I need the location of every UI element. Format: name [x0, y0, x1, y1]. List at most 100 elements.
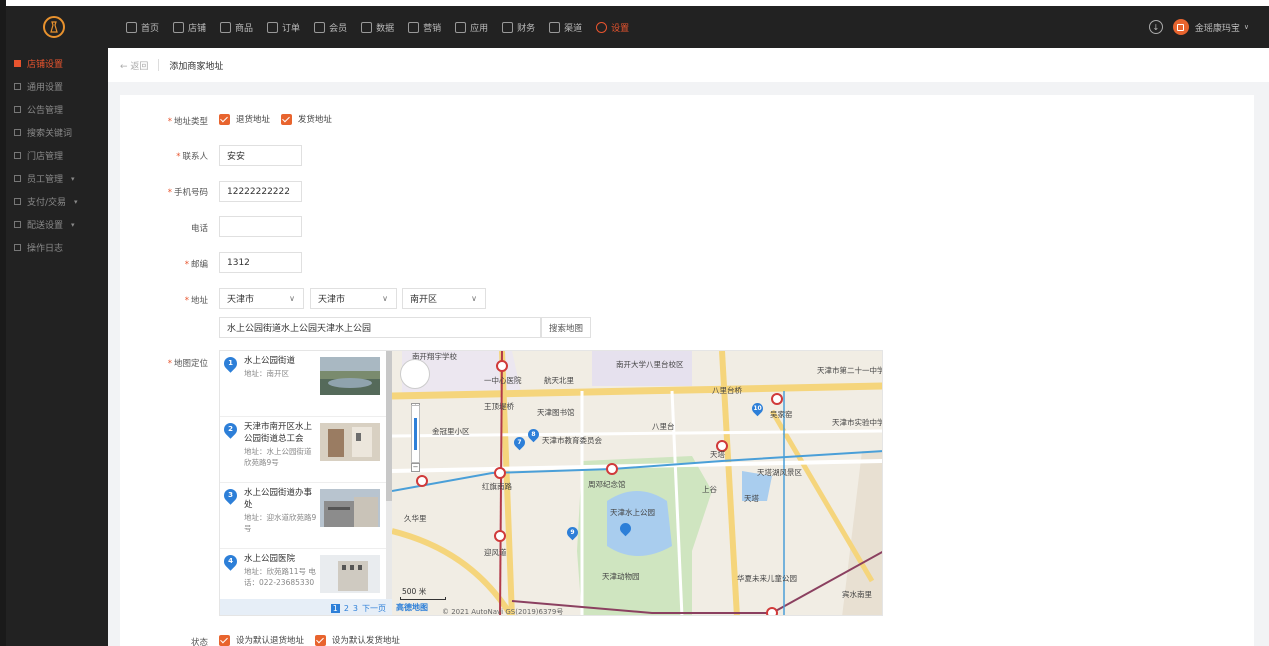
payment-icon [14, 198, 21, 205]
sidebar-item-logs[interactable]: 操作日志 [6, 236, 108, 259]
store-icon [173, 21, 185, 33]
zoom-out-button[interactable]: − [411, 463, 420, 472]
page-3[interactable]: 3 [353, 604, 358, 613]
sidebar-item-staff[interactable]: 员工管理 ▾ [6, 167, 108, 190]
sidebar-item-payment[interactable]: 支付/交易 ▾ [6, 190, 108, 213]
gear-icon [596, 21, 608, 33]
notice-icon [14, 106, 21, 113]
user-area: ↓ 金瑶康玛宝 ∨ [1148, 6, 1249, 48]
logo-icon [43, 16, 65, 38]
phone-field[interactable] [219, 216, 302, 237]
page-2[interactable]: 2 [344, 604, 349, 613]
nav-finance[interactable]: 财务 [502, 6, 535, 48]
chevron-down-icon: ∨ [382, 294, 388, 303]
list-item[interactable]: 1 水上公园街道 地址：南开区 [220, 351, 386, 417]
page-1[interactable]: 1 [330, 603, 340, 613]
nav-marketing[interactable]: 营销 [408, 6, 441, 48]
next-page[interactable]: 下一页 [362, 603, 386, 614]
map-pin-icon: 3 [221, 486, 240, 505]
zoom-slider[interactable] [411, 405, 420, 463]
chevron-down-icon: ▾ [71, 174, 75, 183]
postcode-field[interactable]: 1312 [219, 252, 302, 273]
default-ship-checkbox[interactable] [314, 634, 326, 646]
address-label: * 地址 [184, 296, 208, 306]
shop-icon [14, 152, 21, 159]
district-select[interactable]: 南开区 ∨ [402, 288, 486, 309]
chevron-down-icon: ∨ [289, 294, 295, 303]
sidebar-item-stores[interactable]: 门店管理 [6, 144, 108, 167]
map-brand: 高德地图 [396, 603, 428, 612]
result-photo [320, 423, 380, 461]
chevron-down-icon: ∨ [471, 294, 477, 303]
nav-home[interactable]: 首页 [126, 6, 159, 48]
map-pin-icon: 4 [221, 552, 240, 571]
nav-members[interactable]: 会员 [314, 6, 347, 48]
address-type-group: 退货地址 发货地址 [219, 113, 340, 125]
page-title: 添加商家地址 [169, 61, 224, 72]
contact-field[interactable]: 安安 [219, 145, 302, 166]
settings-icon [14, 83, 21, 90]
list-item[interactable]: 2 天津市南开区水上公园街道总工会 地址：水上公园街道欣苑路9号 [220, 417, 386, 483]
scale-label: 500 米 [402, 587, 427, 596]
nav-channel[interactable]: 渠道 [549, 6, 582, 48]
return-address-checkbox[interactable] [219, 113, 230, 125]
result-photo [320, 489, 380, 527]
chevron-down-icon[interactable]: ∨ [1244, 23, 1249, 31]
map-pin-icon: 1 [221, 354, 240, 373]
list-item[interactable]: 3 水上公园街道办事处 地址：迎水道欣苑路9号 [220, 483, 386, 549]
map-pin-icon: 2 [221, 420, 240, 439]
contact-label: * 联系人 [176, 152, 208, 162]
apps-icon [455, 21, 467, 33]
compass-icon[interactable] [400, 359, 430, 389]
goods-icon [220, 21, 232, 33]
status-label: 状态 [190, 638, 208, 646]
top-nav-bar: 首页 店铺 商品 订单 会员 数据 营销 应用 财务 渠道 设置 ↓ 金瑶康玛宝… [6, 6, 1269, 48]
nav-apps[interactable]: 应用 [455, 6, 488, 48]
channel-icon [549, 21, 561, 33]
member-icon [314, 21, 326, 33]
province-select[interactable]: 天津市 ∨ [219, 288, 304, 309]
sidebar-item-keywords[interactable]: 搜索关键词 [6, 121, 108, 144]
main-nav: 首页 店铺 商品 订单 会员 数据 营销 应用 财务 渠道 设置 [126, 6, 643, 48]
map-zoom-control: + − [400, 359, 430, 472]
list-item[interactable]: 4 水上公园医院 地址：欣苑路11号 电话：022-23685330 [220, 549, 386, 599]
map-marker-9[interactable]: 9 [564, 524, 581, 541]
scale-bar [400, 597, 446, 600]
city-select[interactable]: 天津市 ∨ [310, 288, 397, 309]
map-marker-7[interactable]: 7 [511, 434, 528, 451]
map-widget: 1 水上公园街道 地址：南开区 2 天津市南开区水上公园街道总工会 地址：水上公… [219, 350, 883, 616]
keyword-icon [14, 129, 21, 136]
postcode-label: * 邮编 [184, 260, 208, 270]
tag-icon [408, 21, 420, 33]
nav-store[interactable]: 店铺 [173, 6, 206, 48]
nav-settings[interactable]: 设置 [596, 6, 629, 48]
nav-goods[interactable]: 商品 [220, 6, 253, 48]
sidebar-item-store-settings[interactable]: 店铺设置 [6, 52, 108, 75]
ship-address-checkbox[interactable] [280, 113, 292, 125]
avatar[interactable] [1172, 19, 1189, 35]
sidebar-item-general[interactable]: 通用设置 [6, 75, 108, 98]
default-return-checkbox[interactable] [219, 634, 230, 646]
orders-icon [267, 21, 279, 33]
user-name[interactable]: 金瑶康玛宝 [1195, 21, 1240, 34]
results-pager: 1 2 3 下一页 [220, 599, 392, 615]
back-link[interactable]: ← 返回 [120, 59, 148, 72]
sidebar-item-notice[interactable]: 公告管理 [6, 98, 108, 121]
map-marker-8[interactable]: 8 [525, 426, 542, 443]
search-map-button[interactable]: 搜索地图 [541, 317, 591, 338]
nav-orders[interactable]: 订单 [267, 6, 300, 48]
staff-icon [14, 175, 21, 182]
nav-data[interactable]: 数据 [361, 6, 394, 48]
map-credit: © 2021 AutoNavi GS(2019)6379号 [442, 608, 564, 616]
mobile-field[interactable]: 12222222222 [219, 181, 302, 202]
divider [158, 59, 160, 71]
address-detail-field[interactable]: 水上公园街道水上公园天津水上公园 [219, 317, 541, 338]
sidebar-item-delivery[interactable]: 配送设置 ▾ [6, 213, 108, 236]
map-marker-10[interactable]: 10 [749, 400, 766, 417]
store-settings-icon [14, 60, 21, 67]
app-logo[interactable] [6, 6, 102, 48]
data-icon [361, 21, 373, 33]
result-photo [320, 555, 380, 593]
download-icon[interactable]: ↓ [1148, 20, 1163, 34]
map-canvas[interactable]: 南开翔宇学校 一中心医院 南开大学八里台校区 航天北里 天津市第二十一中学 八里… [392, 351, 882, 616]
